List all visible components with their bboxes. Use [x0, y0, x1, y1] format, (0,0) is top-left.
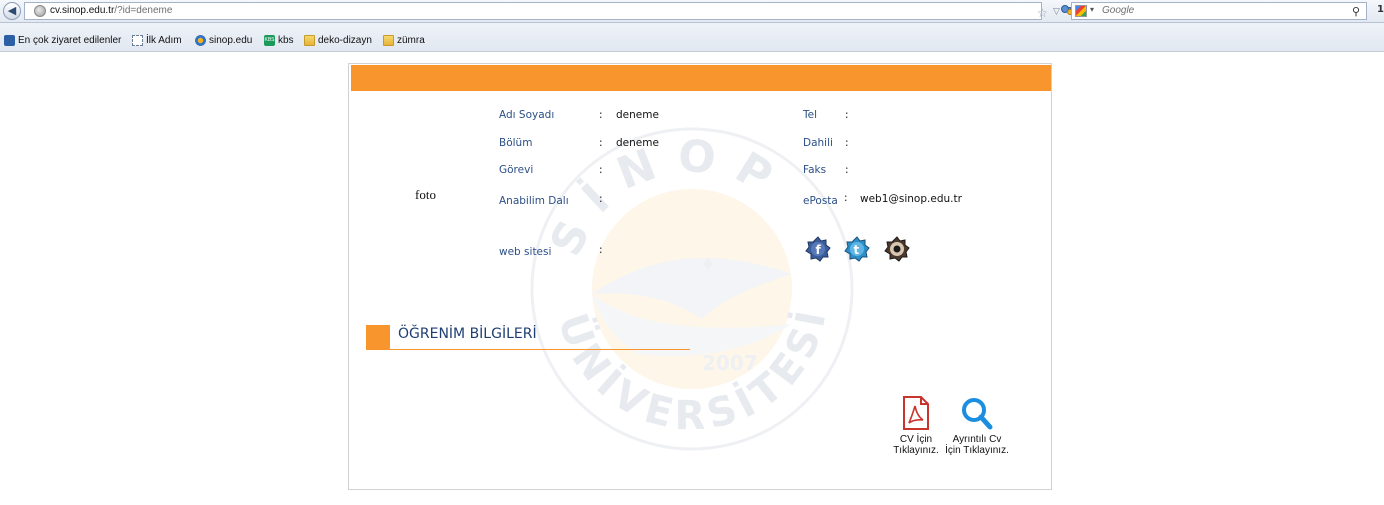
detailed-cv-link[interactable]: Ayrıntılı Cv İçin Tıklayınız. — [944, 396, 1010, 456]
sinop-logo-icon — [195, 34, 206, 46]
email-value: web1@sinop.edu.tr — [860, 193, 962, 205]
name-value: deneme — [616, 109, 659, 121]
bookmark-sinop-edu[interactable]: sinop.edu — [195, 33, 252, 47]
website-label: web sitesi — [499, 246, 552, 258]
division-separator: : — [599, 193, 603, 205]
seal-year: 2007 — [702, 351, 758, 375]
detailed-cv-text-1: Ayrıntılı Cv — [952, 434, 1002, 445]
photo-placeholder: foto — [415, 187, 436, 202]
fax-label: Faks — [803, 164, 827, 176]
extension-label: Dahili — [803, 137, 833, 149]
back-arrow-icon[interactable]: ◀ — [3, 2, 21, 20]
website-separator: : — [599, 244, 603, 256]
svg-text:t: t — [854, 243, 860, 257]
fax-separator: : — [845, 164, 849, 176]
search-bar[interactable]: ▾ Google ⚲ — [1071, 2, 1367, 20]
dashed-page-icon — [132, 34, 143, 46]
name-label: Adı Soyadı — [499, 109, 555, 121]
kbs-icon: KBS — [264, 34, 275, 46]
browser-toolbar: ◀ cv.sinop.edu.tr/?id=deneme ☆ ▽ ↻ ▾ Goo… — [0, 0, 1384, 23]
bookmark-most-visited[interactable]: En çok ziyaret edilenler — [4, 33, 121, 47]
facebook-icon[interactable]: f — [805, 236, 831, 262]
division-label: Anabilim Dalı — [499, 195, 569, 207]
google-icon[interactable] — [1075, 5, 1087, 17]
search-input[interactable]: Google — [1102, 5, 1134, 16]
camera-eye-icon[interactable] — [884, 236, 910, 262]
svg-text:✦: ✦ — [699, 253, 717, 278]
cv-card: SİNOP ÜNİVERSİTESİ 2007 ✦ foto Adı Soyad… — [348, 63, 1052, 490]
twitter-icon[interactable]: t — [844, 236, 870, 262]
position-separator: : — [599, 164, 603, 176]
department-separator: : — [599, 137, 603, 149]
bookmark-kbs[interactable]: KBS kbs — [264, 33, 294, 47]
pdf-cv-link[interactable]: CV İçin Tıklayınız. — [891, 396, 941, 456]
email-separator: : — [844, 192, 848, 204]
department-value: deneme — [616, 137, 659, 149]
pdf-icon — [903, 396, 929, 430]
toolbar-overflow-icon[interactable]: 1 — [1377, 4, 1384, 15]
bookmark-zumra[interactable]: zümra — [383, 33, 425, 47]
magnifier-icon — [962, 398, 993, 430]
position-label: Görevi — [499, 164, 534, 176]
detailed-cv-text-2: İçin Tıklayınız. — [945, 445, 1009, 456]
most-visited-icon — [4, 34, 15, 46]
bookmark-ilk-adim[interactable]: İlk Adım — [132, 33, 182, 47]
name-separator: : — [599, 109, 603, 121]
address-bar[interactable]: cv.sinop.edu.tr/?id=deneme ☆ ▽ ↻ — [24, 2, 1078, 20]
search-icon[interactable]: ⚲ — [1352, 5, 1360, 18]
globe-icon — [34, 5, 46, 17]
folder-icon — [383, 34, 394, 46]
pdf-cv-text-1: CV İçin — [899, 434, 933, 445]
folder-icon — [304, 34, 315, 46]
bookmark-deko-dizayn[interactable]: deko-dizayn — [304, 33, 372, 47]
bookmark-star-icon[interactable]: ☆ — [1037, 6, 1048, 20]
chevron-down-icon[interactable]: ▾ — [1090, 5, 1094, 14]
phone-label: Tel — [803, 109, 818, 121]
department-label: Bölüm — [499, 137, 533, 149]
section-marker — [366, 325, 390, 349]
email-label: ePosta — [803, 195, 838, 207]
address-text: cv.sinop.edu.tr/?id=deneme — [50, 5, 173, 16]
pdf-cv-text-2: Tıklayınız. — [893, 445, 939, 456]
phone-separator: : — [845, 109, 849, 121]
svg-text:f: f — [816, 243, 822, 257]
section-title: ÖĞRENİM BİLGİLERİ — [398, 326, 537, 342]
section-underline — [366, 349, 690, 350]
extension-separator: : — [845, 137, 849, 149]
bookmarks-bar: En çok ziyaret edilenler İlk Adım sinop.… — [0, 23, 1384, 52]
history-dropdown-icon[interactable]: ▽ — [1053, 7, 1060, 17]
header-bar — [351, 65, 1051, 91]
